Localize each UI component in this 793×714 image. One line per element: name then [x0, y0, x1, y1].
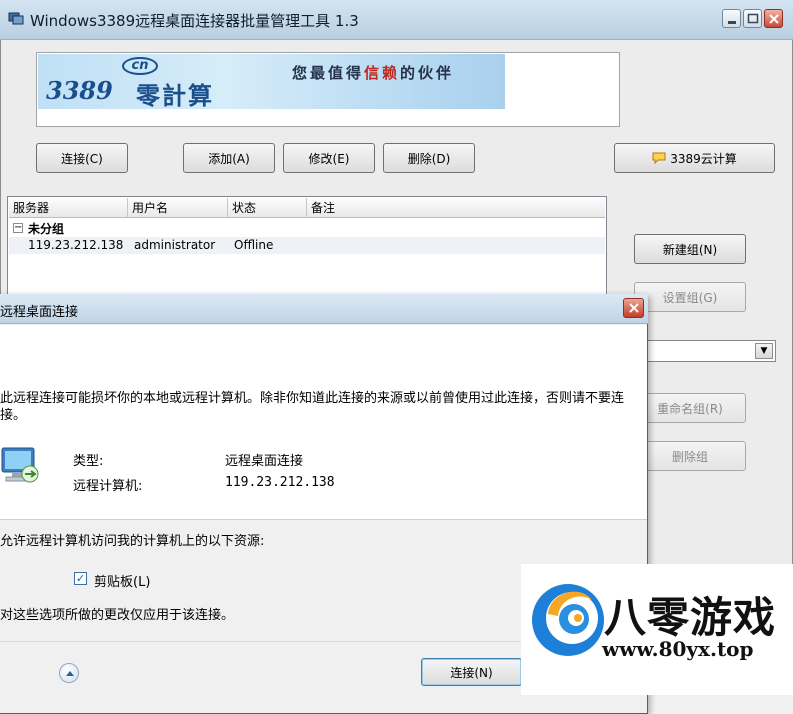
- edit-button[interactable]: 修改(E): [283, 143, 375, 173]
- column-header-server[interactable]: 服务器: [9, 198, 128, 218]
- clipboard-label[interactable]: 剪贴板(L): [94, 571, 150, 590]
- cloud-button[interactable]: 3389云计算: [614, 143, 775, 173]
- clipboard-checkbox[interactable]: ✓: [74, 572, 87, 585]
- close-icon: [629, 303, 639, 313]
- minimize-button[interactable]: [722, 9, 741, 28]
- watermark-logo-icon: [532, 584, 604, 656]
- new-group-button[interactable]: 新建组(N): [634, 234, 746, 264]
- maximize-icon: [747, 13, 759, 24]
- minimize-icon: [728, 21, 736, 24]
- cell-user: administrator: [134, 238, 216, 252]
- column-header-status[interactable]: 状态: [228, 198, 307, 218]
- delete-button[interactable]: 删除(D): [383, 143, 475, 173]
- type-label: 类型:: [73, 454, 104, 469]
- note-text: 对这些选项所做的更改仅应用于该连接。: [0, 608, 235, 623]
- chevron-up-icon: [66, 671, 74, 676]
- dialog-connect-button[interactable]: 连接(N): [421, 658, 522, 686]
- dialog-close-button[interactable]: [623, 298, 644, 318]
- dialog-title-bar[interactable]: [0, 294, 648, 324]
- cell-status: Offline: [234, 238, 274, 252]
- computer-label: 远程计算机:: [73, 479, 143, 494]
- app-icon: [8, 12, 24, 25]
- add-button[interactable]: 添加(A): [183, 143, 275, 173]
- maximize-button[interactable]: [743, 9, 762, 28]
- cloud-button-label: 3389云计算: [670, 151, 737, 166]
- logo-number: 3389: [46, 76, 113, 105]
- banner-slogan: 您最值得信赖的伙伴: [292, 62, 454, 83]
- slogan-emphasis: 信赖: [364, 64, 401, 82]
- computer-value: 119.23.212.138: [225, 475, 335, 490]
- chat-bubble-icon: [652, 152, 666, 164]
- group-settings-button[interactable]: 设置组(G): [634, 282, 746, 312]
- column-header-note[interactable]: 备注: [307, 198, 605, 218]
- window-title: Windows3389远程桌面连接器批量管理工具 1.3: [30, 12, 359, 30]
- rename-group-button[interactable]: 重命名组(R): [634, 393, 746, 423]
- chevron-down-icon[interactable]: ▼: [755, 343, 773, 359]
- cell-server: 119.23.212.138: [28, 238, 124, 252]
- remote-computer-icon: [1, 447, 39, 483]
- dialog-title: 远程桌面连接: [0, 305, 79, 320]
- watermark-url: www.80yx.top: [602, 637, 754, 661]
- close-icon: [769, 14, 779, 24]
- connect-button[interactable]: 连接(C): [36, 143, 128, 173]
- delete-group-button[interactable]: 删除组: [634, 441, 746, 471]
- resources-label: 允许远程计算机访问我的计算机上的以下资源:: [0, 534, 265, 549]
- close-button[interactable]: [764, 9, 783, 28]
- type-value: 远程桌面连接: [225, 454, 304, 469]
- show-options-button[interactable]: [59, 663, 79, 683]
- column-header-user[interactable]: 用户名: [128, 198, 228, 218]
- watermark-name: 八零游戏: [604, 593, 777, 642]
- slogan-end: 的伙伴: [400, 64, 455, 82]
- warning-text: 此远程连接可能损坏你的本地或远程计算机。除非你知道此连接的来源或以前曾使用过此连…: [0, 391, 625, 423]
- group-label[interactable]: 未分组: [28, 220, 64, 237]
- collapse-icon[interactable]: −: [13, 223, 23, 233]
- logo-cn-badge: cn: [122, 57, 158, 75]
- slogan-start: 您最值得: [292, 64, 365, 82]
- logo-brand: 零計算: [136, 81, 214, 110]
